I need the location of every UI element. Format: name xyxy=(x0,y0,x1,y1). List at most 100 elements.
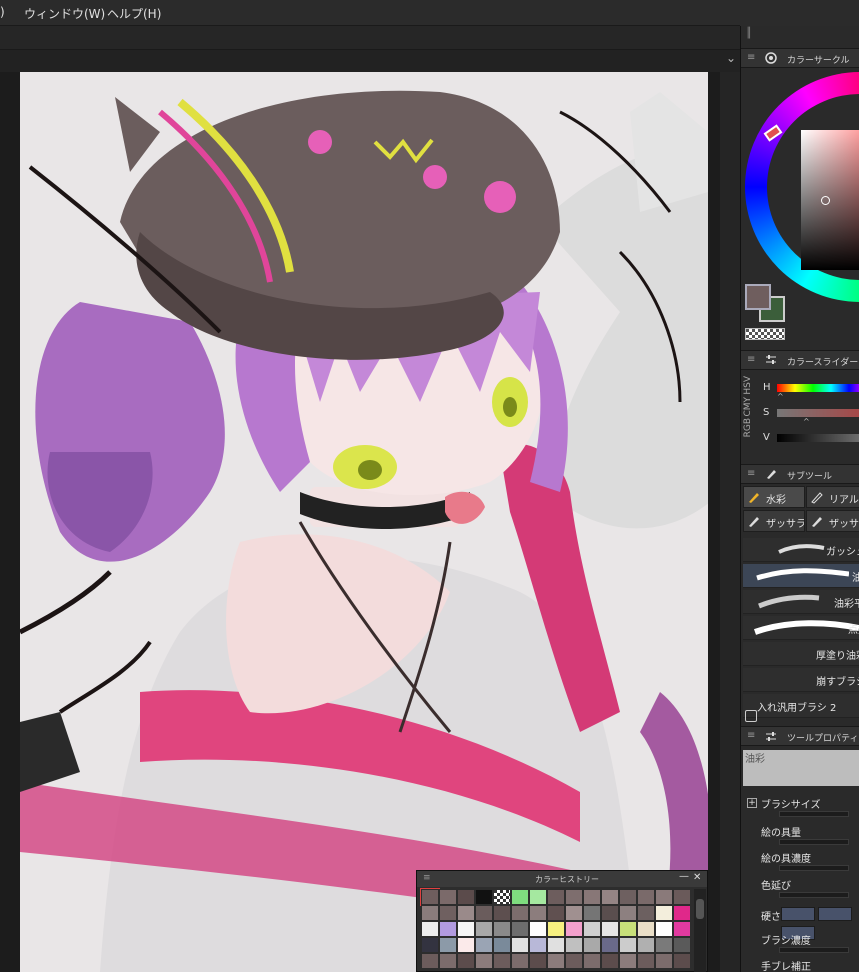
checkbox-icon[interactable] xyxy=(745,710,757,722)
color-history-swatch[interactable] xyxy=(511,889,529,905)
color-history-swatch[interactable] xyxy=(655,937,673,953)
color-history-swatch[interactable] xyxy=(547,889,565,905)
color-history-swatch[interactable] xyxy=(493,921,511,937)
sub-tool-header[interactable]: ≡ サブツール xyxy=(741,464,859,484)
main-color-swatch[interactable] xyxy=(745,284,771,310)
color-history-swatch[interactable] xyxy=(421,937,439,953)
color-history-swatch[interactable] xyxy=(619,953,637,969)
color-history-swatch[interactable] xyxy=(421,953,439,969)
panel-menu-icon[interactable]: ≡ xyxy=(747,354,755,365)
color-history-swatch[interactable] xyxy=(673,937,691,953)
menu-item-help[interactable]: ヘルプ(H) xyxy=(107,5,161,22)
color-history-swatch[interactable] xyxy=(493,905,511,921)
color-history-swatch[interactable] xyxy=(619,905,637,921)
color-history-swatch[interactable] xyxy=(583,937,601,953)
prop-slider[interactable] xyxy=(779,811,849,817)
color-history-swatch[interactable] xyxy=(493,937,511,953)
color-history-swatch[interactable] xyxy=(619,889,637,905)
color-history-swatch[interactable] xyxy=(565,953,583,969)
color-history-swatch[interactable] xyxy=(673,905,691,921)
drawing-canvas[interactable] xyxy=(20,72,708,972)
brush-item-stipple[interactable]: 点描 xyxy=(743,616,859,640)
color-history-swatch[interactable] xyxy=(673,953,691,969)
color-history-swatch[interactable] xyxy=(655,905,673,921)
brush-item-gouache[interactable]: ガッシュ xyxy=(743,538,859,562)
color-history-swatch[interactable] xyxy=(619,921,637,937)
color-history-swatch[interactable] xyxy=(439,889,457,905)
color-history-swatch[interactable] xyxy=(475,937,493,953)
color-history-swatch[interactable] xyxy=(529,905,547,921)
color-history-swatch[interactable] xyxy=(529,937,547,953)
color-history-swatch[interactable] xyxy=(511,905,529,921)
color-history-swatch[interactable] xyxy=(439,937,457,953)
close-icon[interactable]: ✕ xyxy=(693,872,701,883)
color-history-swatch[interactable] xyxy=(601,953,619,969)
color-history-swatch[interactable] xyxy=(583,889,601,905)
color-history-swatch[interactable] xyxy=(547,953,565,969)
color-history-swatch[interactable] xyxy=(637,905,655,921)
color-history-swatch[interactable] xyxy=(601,905,619,921)
color-history-swatch[interactable] xyxy=(475,905,493,921)
color-history-swatch[interactable] xyxy=(619,937,637,953)
color-history-swatch[interactable] xyxy=(457,905,475,921)
color-history-swatch[interactable] xyxy=(457,953,475,969)
brush-item-thick-oil[interactable]: 厚塗り油彩 xyxy=(743,642,859,666)
prop-slider[interactable] xyxy=(779,947,849,953)
color-history-swatch[interactable] xyxy=(565,905,583,921)
prop-slider[interactable] xyxy=(779,892,849,898)
color-history-swatch[interactable] xyxy=(475,953,493,969)
color-history-swatch[interactable] xyxy=(637,937,655,953)
color-history-swatch[interactable] xyxy=(601,937,619,953)
canvas-vertical-scrollbar[interactable] xyxy=(720,72,740,972)
color-history-swatch[interactable] xyxy=(511,953,529,969)
minimize-icon[interactable]: — xyxy=(679,871,689,882)
color-history-swatch[interactable] xyxy=(511,921,529,937)
panel-menu-icon[interactable]: ≡ xyxy=(747,730,755,741)
subtool-group-rough-b[interactable]: ザッサ xyxy=(806,510,859,532)
color-history-swatch[interactable] xyxy=(457,889,475,905)
color-history-swatch[interactable] xyxy=(457,921,475,937)
mode-tab-hsv[interactable]: HSV xyxy=(743,376,753,395)
color-history-swatch[interactable] xyxy=(547,921,565,937)
color-history-swatch[interactable] xyxy=(565,921,583,937)
color-history-swatch[interactable] xyxy=(583,905,601,921)
hardness-option[interactable] xyxy=(818,907,852,921)
color-history-swatch[interactable] xyxy=(547,905,565,921)
color-history-swatch[interactable] xyxy=(421,921,439,937)
color-history-header[interactable]: ≡ カラーヒストリー — ✕ xyxy=(417,871,707,887)
chevron-down-icon[interactable]: ⌄ xyxy=(726,51,736,65)
subtool-group-rough-a[interactable]: ザッサラ xyxy=(743,510,805,532)
color-history-swatch[interactable] xyxy=(601,921,619,937)
color-history-swatch[interactable] xyxy=(637,953,655,969)
color-history-swatch[interactable] xyxy=(457,937,475,953)
scroll-thumb[interactable] xyxy=(696,899,704,919)
canvas-area[interactable] xyxy=(0,72,740,972)
history-scrollbar[interactable] xyxy=(694,889,706,972)
hue-slider-caret[interactable]: ^ xyxy=(777,392,784,401)
panel-menu-icon[interactable]: ≡ xyxy=(423,873,431,883)
brush-item-break-brush[interactable]: 崩すブラシ xyxy=(743,668,859,692)
brush-item-oil[interactable]: 油彩 xyxy=(743,564,859,588)
color-history-swatch[interactable] xyxy=(475,921,493,937)
color-slider-header[interactable]: ≡ カラースライダー xyxy=(741,350,859,370)
color-history-swatch[interactable] xyxy=(529,889,547,905)
color-history-swatch[interactable] xyxy=(493,889,511,905)
sv-cursor[interactable] xyxy=(821,196,830,205)
color-history-swatch[interactable] xyxy=(655,889,673,905)
color-history-swatch[interactable] xyxy=(655,953,673,969)
color-history-swatch[interactable] xyxy=(637,889,655,905)
color-history-swatch[interactable] xyxy=(547,937,565,953)
subtool-group-real[interactable]: リアル xyxy=(806,486,859,508)
color-history-swatch[interactable] xyxy=(673,921,691,937)
brush-item-general-brush[interactable]: 入れ汎用ブラシ 2 xyxy=(743,694,859,718)
color-history-swatch[interactable] xyxy=(565,937,583,953)
color-circle-header[interactable]: ≡ カラーサークル xyxy=(741,48,859,68)
color-history-swatch[interactable] xyxy=(439,921,457,937)
prop-slider[interactable] xyxy=(779,839,849,845)
color-history-swatch[interactable] xyxy=(420,888,440,906)
mode-tab-cmy[interactable]: CMY xyxy=(743,397,753,417)
dock-grip-icon[interactable]: ║ xyxy=(746,28,752,39)
hue-slider[interactable] xyxy=(777,384,859,392)
color-history-swatch[interactable] xyxy=(493,953,511,969)
menu-item-window[interactable]: ウィンドウ(W) xyxy=(24,5,105,22)
